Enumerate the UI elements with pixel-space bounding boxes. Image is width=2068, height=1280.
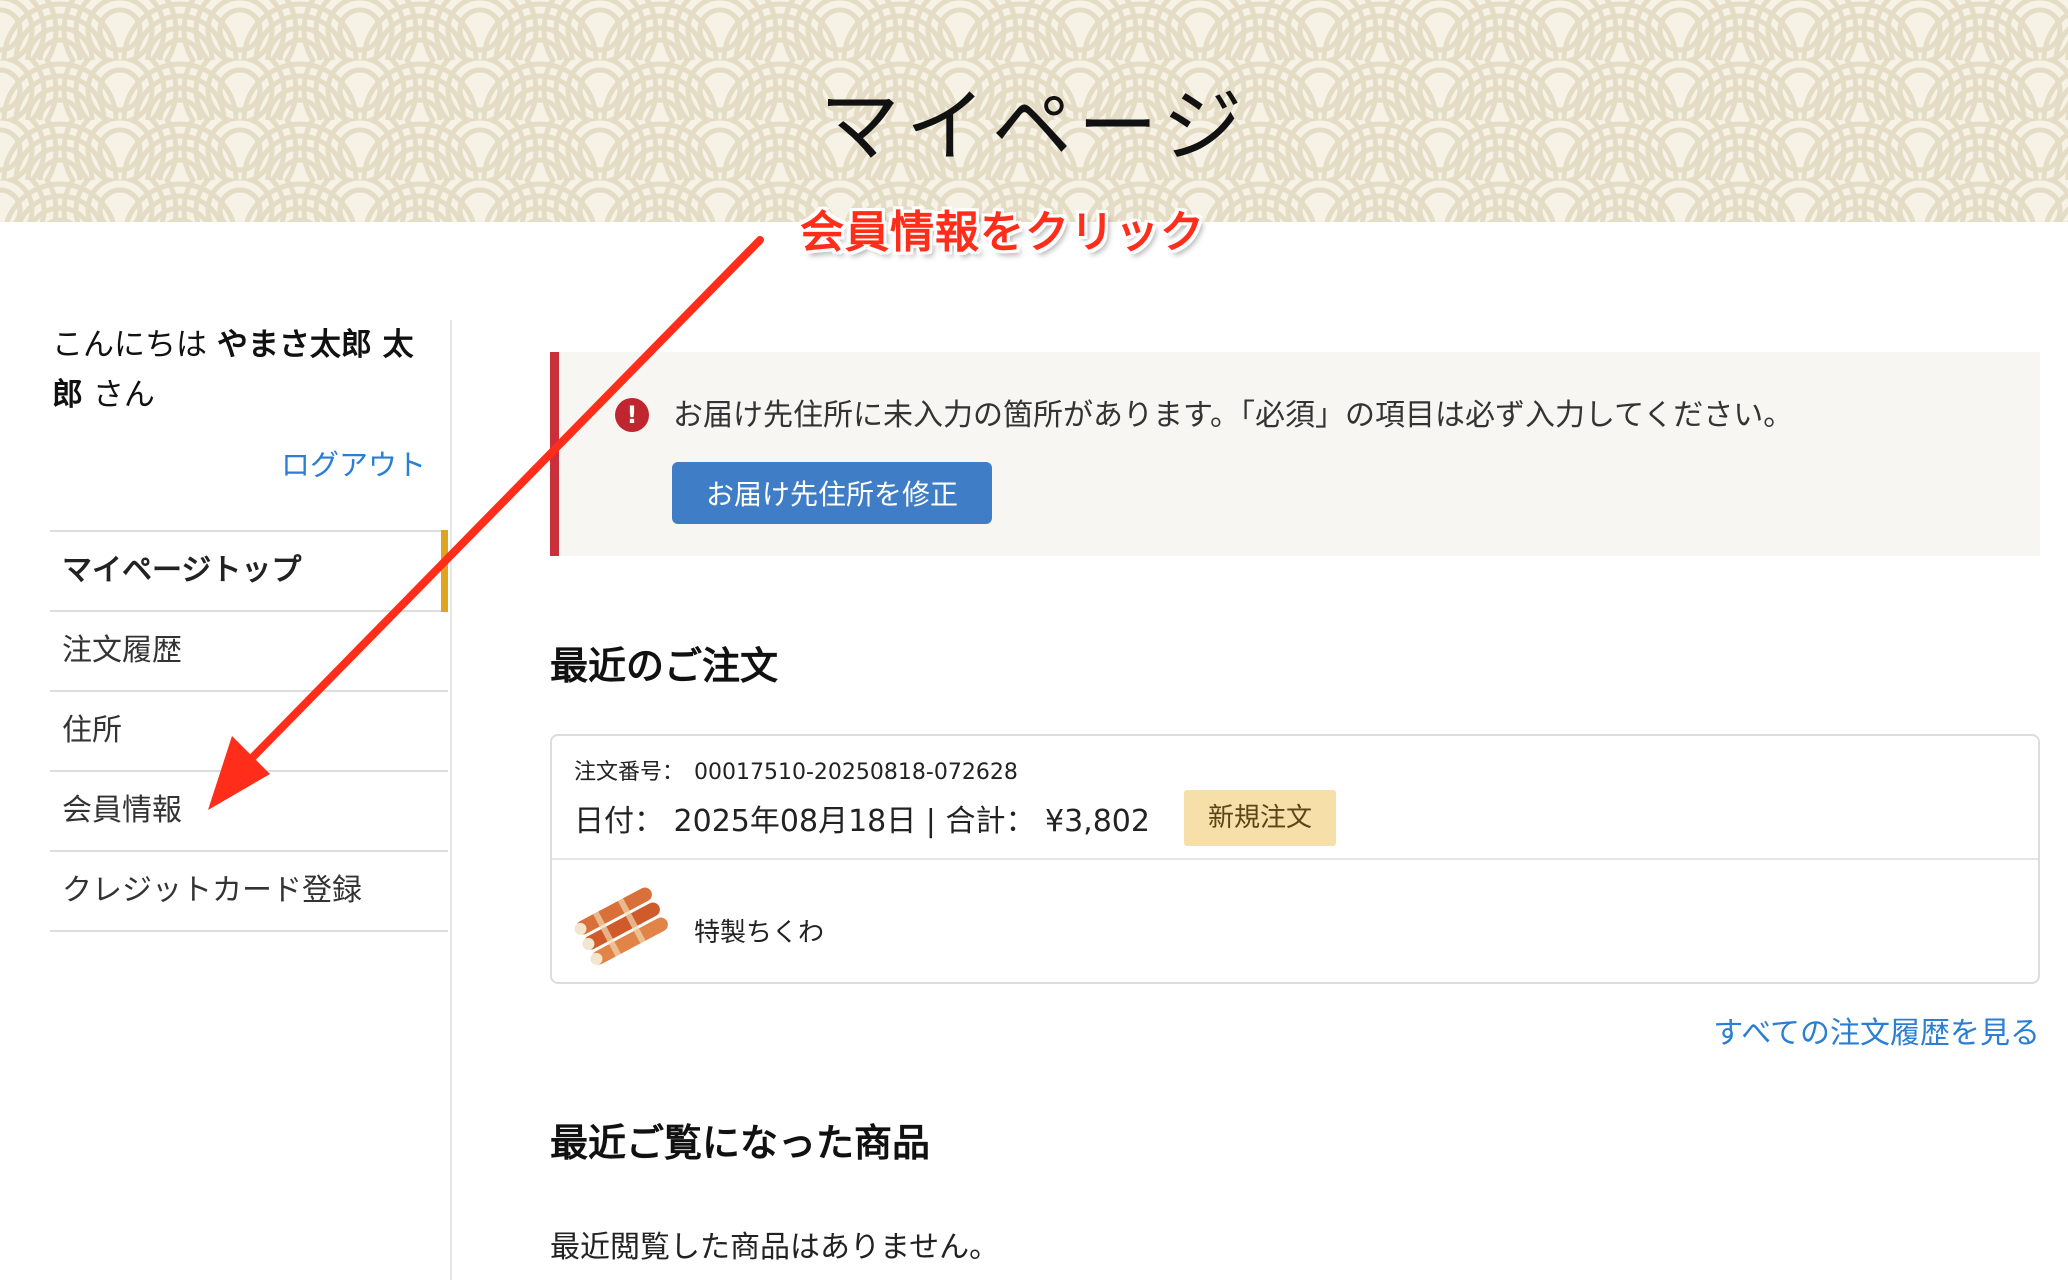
status-badge: 新規注文 [1184, 790, 1336, 846]
product-name[interactable]: 特製ちくわ [694, 912, 824, 949]
order-number: 注文番号： 00017510-20250818-072628 [574, 754, 1018, 786]
order-number-label: 注文番号： [574, 760, 685, 785]
order-separator: | [925, 804, 936, 839]
order-total-label: 合計： [945, 804, 1036, 839]
order-divider [552, 858, 2038, 860]
sidebar-item-member-info[interactable]: 会員情報 [50, 772, 448, 852]
sidebar: こんにちは やまさ太郎 太郎 さん ログアウト マイページトップ 注文履歴 住所… [50, 320, 452, 1280]
order-total: ¥3,802 [1045, 804, 1150, 839]
address-alert: ! お届け先住所に未入力の箇所があります。「必須」の項目は必ず入力してください。… [550, 352, 2040, 556]
order-number-value: 00017510-20250818-072628 [694, 760, 1018, 785]
recently-viewed-empty: 最近閲覧した商品はありません。 [550, 1230, 1000, 1265]
order-date: 2025年08月18日 [673, 804, 917, 839]
sidebar-item-address[interactable]: 住所 [50, 692, 448, 772]
recently-viewed-title: 最近ご覧になった商品 [550, 1121, 931, 1165]
sidebar-nav: マイページトップ 注文履歴 住所 会員情報 クレジットカード登録 [50, 530, 448, 932]
sidebar-item-credit-card[interactable]: クレジットカード登録 [50, 852, 448, 932]
view-all-orders-link[interactable]: すべての注文履歴を見る [1713, 1008, 2040, 1052]
product-thumbnail [574, 887, 668, 965]
greeting-prefix: こんにちは [52, 327, 207, 363]
sidebar-item-order-history[interactable]: 注文履歴 [50, 612, 448, 692]
sidebar-item-mypage-top[interactable]: マイページトップ [50, 530, 448, 612]
exclamation-circle-icon: ! [615, 398, 649, 432]
page-header: マイページ [0, 0, 2068, 222]
greeting: こんにちは やまさ太郎 太郎 さん [52, 320, 442, 420]
logout-link[interactable]: ログアウト [281, 442, 426, 484]
order-summary: 日付： 2025年08月18日 | 合計： ¥3,802 [574, 796, 1150, 840]
alert-message: お届け先住所に未入力の箇所があります。「必須」の項目は必ず入力してください。 [673, 398, 1794, 433]
page-title: マイページ [819, 80, 1249, 173]
recent-orders-title: 最近のご注文 [550, 644, 779, 688]
order-card[interactable]: 注文番号： 00017510-20250818-072628 日付： 2025年0… [550, 734, 2040, 984]
greeting-suffix: さん [92, 377, 155, 413]
fix-address-button[interactable]: お届け先住所を修正 [672, 462, 992, 524]
annotation-label: 会員情報をクリック [800, 207, 1205, 258]
order-date-label: 日付： [574, 804, 664, 839]
